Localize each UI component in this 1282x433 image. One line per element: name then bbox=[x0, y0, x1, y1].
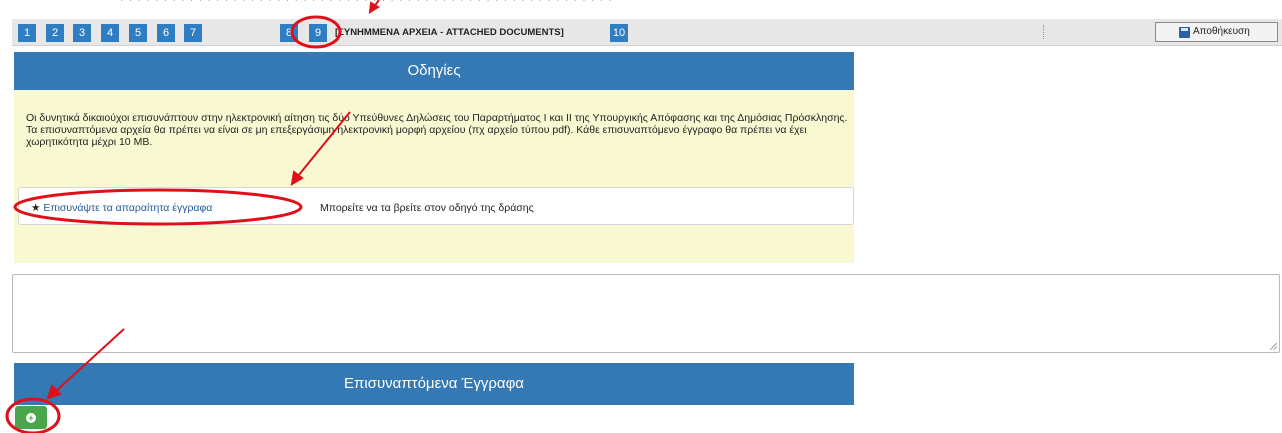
save-button-label: Αποθήκευση bbox=[1193, 26, 1250, 37]
step-button-2[interactable]: 2 bbox=[46, 24, 64, 42]
instructions-panel: Οι δυνητικά δικαιούχοι επισυνάπτουν στην… bbox=[14, 90, 854, 263]
plus-circle-icon: + bbox=[26, 413, 36, 423]
attach-documents-hint: Μπορείτε να τα βρείτε στον οδηγό της δρά… bbox=[320, 202, 534, 214]
step-button-3[interactable]: 3 bbox=[73, 24, 91, 42]
save-button[interactable]: Αποθήκευση bbox=[1155, 22, 1278, 42]
attach-documents-link[interactable]: ★ Επισυνάψτε τα απαραίτητα έγγραφα bbox=[31, 202, 212, 214]
resize-grip-icon[interactable] bbox=[1269, 342, 1277, 350]
active-step-label: [ΣΥΝΗΜΜΕΝΑ ΑΡΧΕΙΑ - ATTACHED DOCUMENTS] bbox=[335, 27, 564, 38]
toolbar-divider bbox=[1043, 25, 1044, 39]
add-document-button[interactable]: + bbox=[15, 406, 47, 429]
notes-textarea[interactable] bbox=[12, 274, 1280, 353]
instructions-paragraph-1: Οι δυνητικά δικαιούχοι επισυνάπτουν στην… bbox=[26, 112, 848, 124]
step-button-7[interactable]: 7 bbox=[184, 24, 202, 42]
cropped-text-strip: · · · · · · · · · · · · · · · · · · · · … bbox=[0, 0, 1282, 12]
step-button-4[interactable]: 4 bbox=[101, 24, 119, 42]
instructions-header: Οδηγίες bbox=[14, 52, 854, 90]
step-navigation-bar: 1 2 3 4 5 6 7 8 9 [ΣΥΝΗΜΜΕΝΑ ΑΡΧΕΙΑ - AT… bbox=[12, 19, 1282, 46]
attached-documents-header: Επισυναπτόμενα Έγγραφα bbox=[14, 363, 854, 405]
step-button-1[interactable]: 1 bbox=[18, 24, 36, 42]
floppy-disk-icon bbox=[1179, 27, 1190, 38]
step-button-8[interactable]: 8 bbox=[280, 24, 298, 42]
step-button-9-active[interactable]: 9 bbox=[309, 24, 327, 42]
instructions-paragraph-2: Τα επισυναπτόμενα αρχεία θα πρέπει να εί… bbox=[26, 124, 807, 148]
attach-documents-link-label: Επισυνάψτε τα απαραίτητα έγγραφα bbox=[43, 202, 213, 214]
attach-documents-row: ★ Επισυνάψτε τα απαραίτητα έγγραφα Μπορε… bbox=[18, 187, 854, 225]
star-icon: ★ bbox=[31, 202, 41, 214]
instructions-text: Οι δυνητικά δικαιούχοι επισυνάπτουν στην… bbox=[26, 112, 856, 148]
step-button-5[interactable]: 5 bbox=[129, 24, 147, 42]
step-button-6[interactable]: 6 bbox=[157, 24, 175, 42]
step-button-10[interactable]: 10 bbox=[610, 24, 628, 42]
cropped-text-line: · · · · · · · · · · · · · · · · · · · · … bbox=[120, 0, 613, 6]
